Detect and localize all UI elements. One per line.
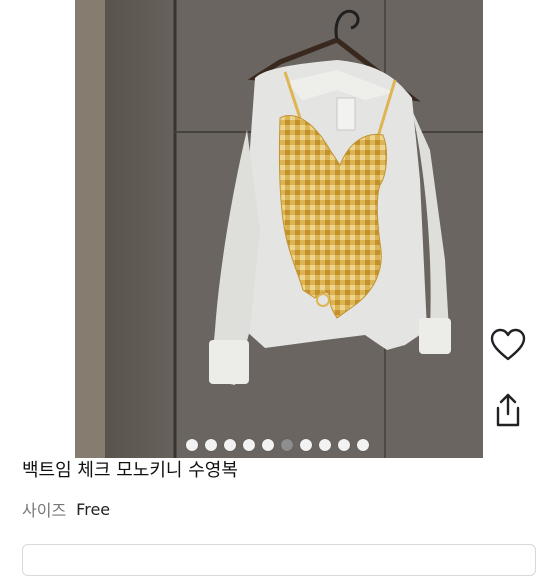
- carousel-dots: [0, 439, 555, 453]
- carousel-dot[interactable]: [186, 439, 198, 451]
- carousel-dot[interactable]: [262, 439, 274, 451]
- product-title: 백트임 체크 모노키니 수영복: [22, 460, 238, 481]
- product-photo: [75, 0, 483, 458]
- carousel-dot[interactable]: [319, 439, 331, 451]
- carousel-dot[interactable]: [300, 439, 312, 451]
- carousel-dot[interactable]: [243, 439, 255, 451]
- carousel-dot[interactable]: [205, 439, 217, 451]
- heart-icon: [490, 328, 526, 361]
- size-value: Free: [76, 499, 111, 519]
- share-icon: [496, 393, 520, 427]
- carousel-dot[interactable]: [357, 439, 369, 451]
- carousel-dot[interactable]: [281, 439, 293, 451]
- size-row: 사이즈 Free: [22, 497, 110, 521]
- carousel-dot[interactable]: [338, 439, 350, 451]
- share-button[interactable]: [486, 388, 530, 432]
- carousel-dot[interactable]: [224, 439, 236, 451]
- size-label: 사이즈: [22, 501, 67, 520]
- like-button[interactable]: [486, 323, 530, 367]
- option-select-box[interactable]: [22, 544, 536, 576]
- product-image-carousel[interactable]: [0, 0, 555, 458]
